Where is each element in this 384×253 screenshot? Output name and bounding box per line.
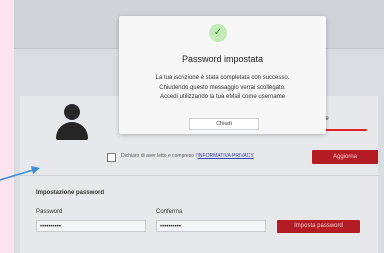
- privacy-policy-link[interactable]: INFORMATIVA PRIVACY: [198, 153, 254, 159]
- privacy-checkbox[interactable]: [107, 153, 116, 162]
- avatar-head: [64, 104, 80, 120]
- avatar-body: [56, 122, 88, 140]
- success-check-icon: ✓: [209, 24, 227, 42]
- modal-line-2: Chiudendo questo messaggio verrai scolle…: [159, 84, 286, 91]
- confirm-password-input[interactable]: ••••••••••: [156, 220, 266, 232]
- redaction-mark: [321, 129, 367, 131]
- modal-message: La tua iscrizione è stata completata con…: [119, 74, 326, 103]
- section-divider: [20, 175, 378, 176]
- update-button[interactable]: Aggiorna: [312, 150, 378, 164]
- password-label: Password: [36, 209, 63, 215]
- confirm-label: Conferma: [156, 209, 183, 215]
- modal-title: Password impostata: [181, 54, 264, 64]
- privacy-text: Dichiaro di aver letto e compreso l': [121, 153, 198, 159]
- close-button[interactable]: Chiudi: [189, 118, 259, 130]
- user-avatar-icon: [54, 104, 90, 142]
- password-section-title: Impostazione password: [36, 190, 105, 196]
- app-screen: are Dichiaro di aver letto e compreso l'…: [14, 0, 384, 253]
- privacy-consent-text: Dichiaro di aver letto e compreso l'INFO…: [121, 153, 254, 159]
- set-password-button[interactable]: Imposta password: [277, 220, 360, 233]
- password-input[interactable]: ••••••••••: [36, 220, 146, 232]
- modal-line-1: La tua iscrizione è stata completata con…: [155, 75, 290, 81]
- modal-line-3: Accedi utilizzando la tua eMail come use…: [159, 94, 286, 101]
- success-modal: ✓ Password impostata La tua iscrizione è…: [119, 16, 326, 134]
